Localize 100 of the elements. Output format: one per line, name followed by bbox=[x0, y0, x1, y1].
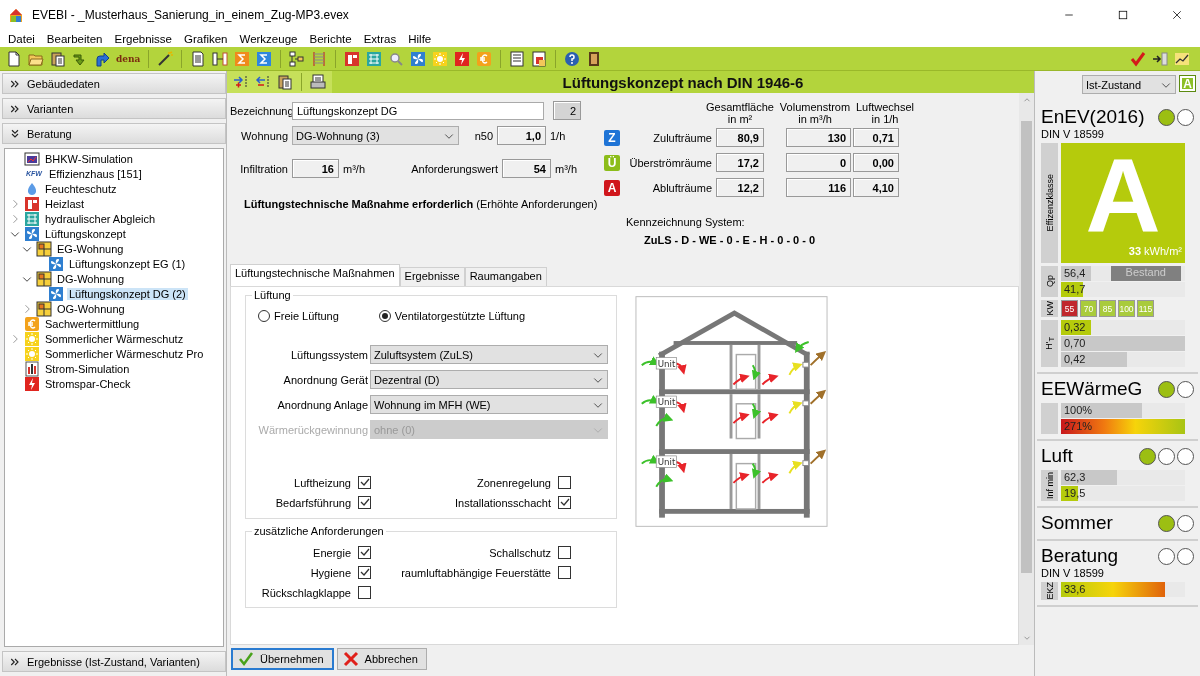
checkbox[interactable] bbox=[558, 496, 571, 509]
tree-item[interactable]: DG-Wohnung bbox=[55, 272, 127, 285]
value-field[interactable]: 54 bbox=[502, 159, 551, 178]
menu-item[interactable]: Ergebnisse bbox=[108, 32, 179, 45]
checkbox[interactable] bbox=[358, 586, 371, 599]
clipboard-icon[interactable] bbox=[50, 50, 66, 67]
tree-item[interactable]: Feuchteschutz bbox=[43, 182, 119, 195]
system-label: Kennzeichnung System: bbox=[626, 216, 746, 228]
tree-item[interactable]: Heizlast bbox=[43, 197, 87, 210]
menu-item[interactable]: Berichte bbox=[303, 32, 358, 45]
sum-icon[interactable] bbox=[234, 50, 251, 67]
add-row-icon[interactable] bbox=[233, 74, 249, 90]
tree-item[interactable]: hydraulischer Abgleich bbox=[43, 212, 158, 225]
scale-cell: 85 bbox=[1099, 300, 1116, 317]
dropdown[interactable]: Wohnung im MFH (WE) bbox=[370, 395, 608, 414]
checkbox[interactable] bbox=[358, 546, 371, 559]
bar-value: 56,4 bbox=[1064, 267, 1086, 279]
unit-label: Unit bbox=[657, 358, 676, 369]
tree-item[interactable]: Stromspar-Check bbox=[43, 377, 133, 390]
bar-value: 0,70 bbox=[1064, 337, 1086, 349]
tree-item[interactable]: Lüftungskonzept DG (2) bbox=[67, 287, 188, 300]
dropdown[interactable]: Zuluftsystem (ZuLS) bbox=[370, 345, 608, 364]
checkbox[interactable] bbox=[358, 496, 371, 509]
remove-row-icon[interactable] bbox=[255, 74, 271, 90]
scale-cell: 100 bbox=[1118, 300, 1135, 317]
checkbox[interactable] bbox=[558, 476, 571, 489]
panel-header[interactable]: Varianten bbox=[2, 98, 226, 119]
tree-item[interactable]: Sommerlicher Wärmeschutz Pro bbox=[43, 347, 206, 360]
help-icon[interactable] bbox=[564, 50, 581, 67]
tree-item[interactable]: Sommerlicher Wärmeschutz bbox=[43, 332, 186, 345]
report-chart-icon[interactable] bbox=[531, 50, 548, 67]
chart-icon[interactable] bbox=[1174, 50, 1190, 67]
window-icon[interactable] bbox=[344, 50, 361, 67]
lightning-icon[interactable] bbox=[454, 50, 471, 67]
columns-icon[interactable] bbox=[212, 50, 229, 67]
panel-header-label: Gebäudedaten bbox=[27, 77, 100, 90]
flowchart-icon[interactable] bbox=[289, 50, 306, 67]
panel-header[interactable]: Beratung bbox=[2, 123, 226, 144]
scale-cell: 70 bbox=[1080, 300, 1097, 317]
tree-item[interactable]: Effizienzhaus [151] bbox=[47, 167, 144, 180]
row-label: Zulufträume bbox=[652, 131, 713, 144]
checkbox[interactable] bbox=[558, 546, 571, 559]
fan-icon bbox=[48, 255, 64, 272]
radio-button[interactable] bbox=[258, 310, 270, 322]
checkbox-label: Hygiene bbox=[310, 566, 351, 579]
value-field[interactable]: 16 bbox=[292, 159, 339, 178]
checkmark-icon[interactable] bbox=[1130, 50, 1146, 67]
tree-item[interactable]: BHKW-Simulation bbox=[43, 152, 135, 165]
checkbox[interactable] bbox=[358, 566, 371, 579]
search-icon[interactable] bbox=[388, 50, 405, 67]
system-code: ZuLS - D - WE - 0 - E - H - 0 - 0 - 0 bbox=[644, 234, 817, 246]
field-label: Anforderungswert bbox=[411, 162, 498, 175]
floor-plan-icon bbox=[36, 300, 52, 317]
checkbox[interactable] bbox=[358, 476, 371, 489]
tab[interactable]: Ergebnisse bbox=[399, 267, 465, 286]
menu-item[interactable]: Extras bbox=[357, 32, 403, 45]
tree-item[interactable]: Lüftungskonzept EG (1) bbox=[67, 257, 188, 270]
field-label: Wohnung bbox=[240, 129, 288, 142]
double-chevron-down-icon[interactable] bbox=[9, 127, 21, 140]
network-icon bbox=[24, 210, 40, 227]
tree-item[interactable]: Lüftungskonzept bbox=[43, 227, 128, 240]
tab[interactable]: Lüftungstechnische Maßnahmen bbox=[230, 264, 400, 286]
clipboard-icon[interactable] bbox=[277, 74, 293, 90]
panel-header[interactable]: Gebäudedaten bbox=[2, 73, 226, 94]
tree-item[interactable]: Strom-Simulation bbox=[43, 362, 132, 375]
room-type-badge: Ü bbox=[604, 154, 620, 171]
value-field[interactable]: 1,0 bbox=[497, 126, 546, 145]
checkbox[interactable] bbox=[558, 566, 571, 579]
value-field: 0,00 bbox=[853, 153, 899, 172]
menu-item[interactable]: Bearbeiten bbox=[40, 32, 109, 45]
curved-arrow-icon[interactable] bbox=[94, 50, 110, 67]
menu-item[interactable]: Hilfe bbox=[402, 32, 438, 45]
menu-item[interactable]: Grafiken bbox=[178, 32, 234, 45]
apartment-dropdown[interactable]: DG-Wohnung (3) bbox=[292, 126, 459, 145]
field-label: Anordnung Gerät bbox=[282, 373, 368, 386]
scenario-dropdown[interactable]: Ist-Zustand bbox=[1082, 75, 1176, 94]
wand-icon[interactable] bbox=[157, 50, 174, 67]
checkbox-label: Installationsschacht bbox=[455, 496, 551, 509]
panel-header[interactable]: Ergebnisse (Ist-Zustand, Varianten) bbox=[2, 651, 226, 672]
new-document-icon[interactable] bbox=[6, 50, 22, 67]
tree-item[interactable]: OG-Wohnung bbox=[55, 302, 127, 315]
tab[interactable]: Raumangaben bbox=[464, 267, 547, 286]
print-preview-icon[interactable] bbox=[310, 74, 326, 90]
menu-item[interactable]: Werkzeuge bbox=[233, 32, 304, 45]
side-label: Effizenzklasse bbox=[1041, 143, 1058, 263]
sum-icon[interactable] bbox=[256, 50, 273, 67]
document-icon[interactable] bbox=[190, 50, 207, 67]
radio-button[interactable] bbox=[378, 310, 391, 322]
menu-item[interactable]: Datei bbox=[2, 32, 41, 45]
dena-logo[interactable]: dena bbox=[116, 53, 141, 64]
tree-item[interactable]: EG-Wohnung bbox=[55, 242, 126, 255]
fan-icon[interactable] bbox=[410, 50, 427, 67]
house-icon bbox=[8, 7, 24, 23]
apply-button[interactable]: Übernehmen bbox=[231, 648, 334, 670]
report-icon[interactable] bbox=[509, 50, 526, 67]
name-field[interactable]: Lüftungskonzept DG bbox=[292, 101, 544, 120]
exit-icon[interactable] bbox=[1152, 50, 1168, 67]
cancel-button[interactable]: Abbrechen bbox=[336, 648, 427, 670]
dropdown[interactable]: Dezentral (D) bbox=[370, 370, 608, 389]
tree-item[interactable]: Sachwertermittlung bbox=[43, 317, 142, 330]
